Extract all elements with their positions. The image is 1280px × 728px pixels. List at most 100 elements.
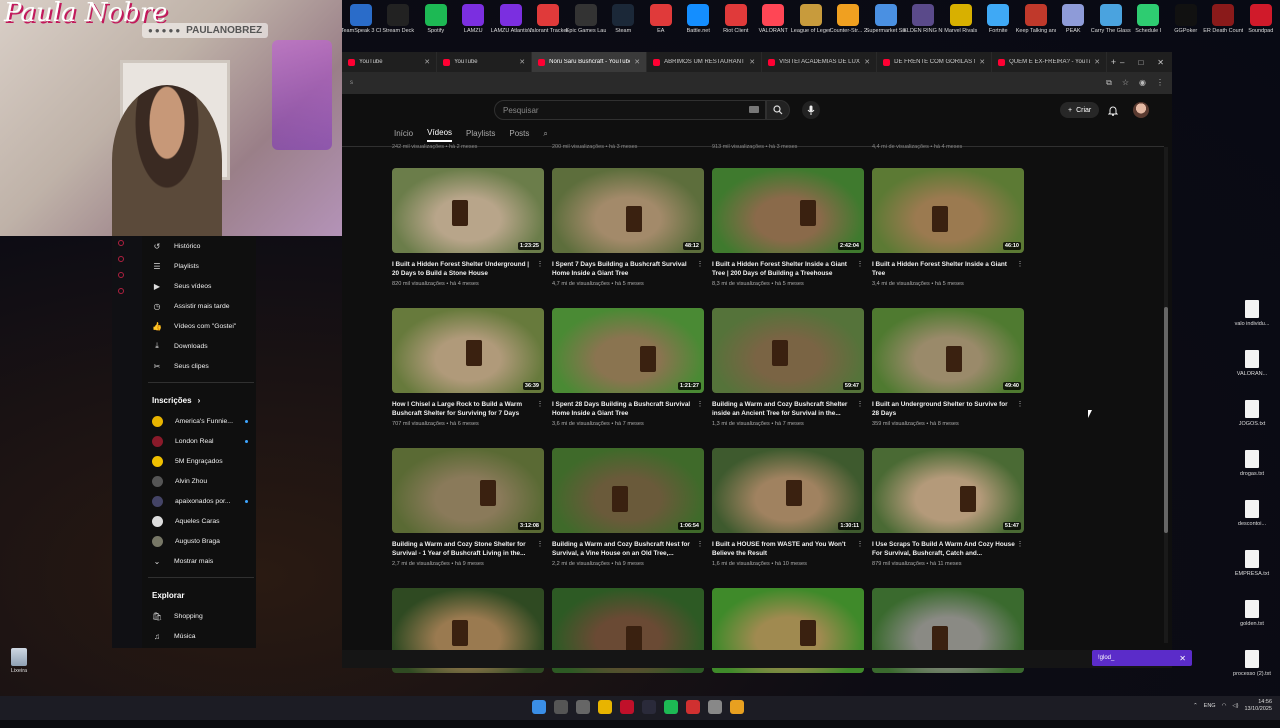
- desktop-shortcut-er-death-counter[interactable]: ER Death Counter: [1205, 0, 1243, 46]
- keyboard-icon[interactable]: [749, 106, 759, 113]
- account-avatar[interactable]: [1133, 102, 1149, 118]
- more-options-icon[interactable]: ⋮: [696, 260, 704, 278]
- desktop-file[interactable]: EMPRESA.txt: [1230, 550, 1274, 600]
- tab-close-icon[interactable]: ✕: [749, 58, 755, 66]
- desktop-file[interactable]: processo (2).txt: [1230, 650, 1274, 700]
- desktop-file[interactable]: drogas.txt: [1230, 450, 1274, 500]
- desktop-shortcut-soundpad[interactable]: Soundpad: [1242, 0, 1280, 46]
- desktop-shortcut-marvel-rivals[interactable]: Marvel Rivals: [942, 0, 980, 46]
- video-card[interactable]: 1:06:54Building a Warm and Cozy Bushcraf…: [552, 448, 704, 588]
- video-title[interactable]: I Built a Hidden Forest Shelter Undergro…: [392, 260, 536, 278]
- video-thumbnail[interactable]: 51:47: [872, 448, 1024, 533]
- video-card[interactable]: 49:40I Built an Underground Shelter to S…: [872, 308, 1024, 448]
- video-title[interactable]: How I Chisel a Large Rock to Build a War…: [392, 400, 536, 418]
- subscription-item[interactable]: Augusto Braga: [142, 531, 256, 551]
- desktop-shortcut-peak[interactable]: PEAK: [1055, 0, 1093, 46]
- browser-tab[interactable]: ABRIMOS UM RESTAURANTE✕: [647, 52, 762, 72]
- sidebar-item-seus-clipes[interactable]: ✂Seus clipes: [142, 356, 256, 376]
- desktop-shortcut-league-of-legends[interactable]: League of Legends: [792, 0, 830, 46]
- tab-close-icon[interactable]: ✕: [519, 58, 525, 66]
- browser-tab[interactable]: YouTube✕: [342, 52, 437, 72]
- video-title[interactable]: I Built a Hidden Forest Shelter Inside a…: [872, 260, 1016, 278]
- bookmark-star-icon[interactable]: ☆: [1122, 78, 1129, 88]
- task-view-icon[interactable]: [576, 700, 590, 714]
- more-options-icon[interactable]: ⋮: [856, 400, 864, 418]
- desktop-shortcut-steam[interactable]: Steam: [605, 0, 643, 46]
- terminal-icon[interactable]: [642, 700, 656, 714]
- desktop-shortcut-teamspeak-3-client[interactable]: TeamSpeak 3 Client: [342, 0, 380, 46]
- video-card[interactable]: 59:47Building a Warm and Cozy Bushcraft …: [712, 308, 864, 448]
- tab-close-icon[interactable]: ✕: [1094, 58, 1100, 66]
- subscription-item[interactable]: Aqueles Caras: [142, 511, 256, 531]
- desktop-shortcut-valorant-tracker[interactable]: Valorant Tracker: [530, 0, 568, 46]
- desktop-shortcut-ea[interactable]: EA: [642, 0, 680, 46]
- subscription-item[interactable]: America's Funnie...: [142, 411, 256, 431]
- profile-icon[interactable]: ◉: [1139, 78, 1146, 88]
- voice-search-button[interactable]: [802, 101, 820, 119]
- subscription-item[interactable]: Alvin Zhou: [142, 471, 256, 491]
- sidebar-item-v-deos-com-gostei[interactable]: 👍Vídeos com "Gostei": [142, 316, 256, 336]
- install-icon[interactable]: ⧉: [1106, 78, 1112, 88]
- video-title[interactable]: I Built a Hidden Forest Shelter Inside a…: [712, 260, 856, 278]
- desktop-shortcut-counter-str-2[interactable]: Counter-Str... 2: [830, 0, 868, 46]
- video-thumbnail[interactable]: 1:30:11: [712, 448, 864, 533]
- close-icon[interactable]: ✕: [1179, 654, 1186, 663]
- video-title[interactable]: I Built an Underground Shelter to Surviv…: [872, 400, 1016, 418]
- video-thumbnail[interactable]: 3:12:08: [392, 448, 544, 533]
- search-channel-icon[interactable]: ⌕: [543, 129, 547, 142]
- browser-tab[interactable]: DE FRENTE COM GORILAS N✕: [877, 52, 992, 72]
- video-title[interactable]: Building a Warm and Cozy Bushcraft Shelt…: [712, 400, 856, 418]
- desktop-shortcut-epic-games-launcher[interactable]: Epic Games Launcher: [567, 0, 605, 46]
- file-explorer-icon[interactable]: [598, 700, 612, 714]
- more-options-icon[interactable]: ⋮: [536, 540, 544, 558]
- url-field[interactable]: s: [350, 80, 1106, 86]
- desktop-shortcut-ggpoker[interactable]: GGPoker: [1167, 0, 1205, 46]
- video-card[interactable]: 36:39 How I Chisel a Large Rock to Build …: [392, 308, 544, 448]
- settings-icon[interactable]: [708, 700, 722, 714]
- search-input[interactable]: Pesquisar: [494, 100, 766, 120]
- video-card[interactable]: 48:12I Spent 7 Days Building a Bushcraft…: [552, 168, 704, 308]
- tab-in-cio[interactable]: Início: [394, 129, 413, 141]
- scrollbar-thumb[interactable]: [1164, 307, 1168, 533]
- tab-v-deos[interactable]: Vídeos: [427, 128, 452, 142]
- video-thumbnail[interactable]: 36:39: [392, 308, 544, 393]
- search-icon[interactable]: [554, 700, 568, 714]
- more-options-icon[interactable]: ⋮: [536, 260, 544, 278]
- desktop-shortcut-fortnite[interactable]: Fortnite: [980, 0, 1018, 46]
- video-card[interactable]: 51:47 I Use Scraps To Build A Warm And Co…: [872, 448, 1024, 588]
- video-thumbnail[interactable]: 46:10: [872, 168, 1024, 253]
- tab-playlists[interactable]: Playlists: [466, 129, 495, 141]
- desktop-file[interactable]: descontoi...: [1230, 500, 1274, 550]
- browser-tab[interactable]: QUEM É EX-FREIRA? - YouTu✕: [992, 52, 1107, 72]
- video-card[interactable]: 1:30:11I Built a HOUSE from WASTE and Yo…: [712, 448, 864, 588]
- video-card[interactable]: 2:42:04 I Built a Hidden Forest Shelter I…: [712, 168, 864, 308]
- desktop-file[interactable]: golden.txt: [1230, 600, 1274, 650]
- close-icon[interactable]: ✕: [1157, 58, 1164, 67]
- subscription-item[interactable]: apaixonados por...: [142, 491, 256, 511]
- desktop-shortcut-lamzu[interactable]: LAMZU: [455, 0, 493, 46]
- chrome-icon[interactable]: [730, 700, 744, 714]
- desktop-file[interactable]: VALORAN...: [1230, 350, 1274, 400]
- desktop-shortcut-elden-ring-nightreign[interactable]: ELDEN RING NIGHTREIGN: [905, 0, 943, 46]
- sidebar-item-hist-rico[interactable]: ↺Histórico: [142, 236, 256, 256]
- menu-dots-icon[interactable]: ⋮: [1156, 78, 1164, 88]
- subscription-item[interactable]: 5M Engraçados: [142, 451, 256, 471]
- desktop-shortcut-schedule-i[interactable]: Schedule I: [1130, 0, 1168, 46]
- desktop-shortcut-carry-the-glass[interactable]: Carry The Glass: [1092, 0, 1130, 46]
- overlay-chip[interactable]: !glod_ ✕: [1092, 650, 1192, 666]
- video-thumbnail[interactable]: 1:21:27: [552, 308, 704, 393]
- video-title[interactable]: I Spent 28 Days Building a Bushcraft Sur…: [552, 400, 696, 418]
- video-thumbnail[interactable]: 2:42:04: [712, 168, 864, 253]
- more-options-icon[interactable]: ⋮: [536, 400, 544, 418]
- sidebar-item-playlists[interactable]: ☰Playlists: [142, 256, 256, 276]
- video-card[interactable]: 1:21:27 I Spent 28 Days Building a Bushcr…: [552, 308, 704, 448]
- subscription-item[interactable]: London Real: [142, 431, 256, 451]
- video-thumbnail[interactable]: 1:06:54: [552, 448, 704, 533]
- language-indicator[interactable]: ENG: [1204, 703, 1216, 709]
- desktop-shortcut-riot-client[interactable]: Riot Client: [717, 0, 755, 46]
- browser-tab[interactable]: Noru Saru Bushcraft - YouTube✕: [532, 52, 647, 72]
- volume-icon[interactable]: ◁): [1232, 703, 1238, 709]
- subscriptions-heading[interactable]: Inscrições›: [142, 389, 256, 411]
- video-title[interactable]: I Use Scraps To Build A Warm And Cozy Ho…: [872, 540, 1016, 558]
- video-card[interactable]: 1:23:25I Built a Hidden Forest Shelter U…: [392, 168, 544, 308]
